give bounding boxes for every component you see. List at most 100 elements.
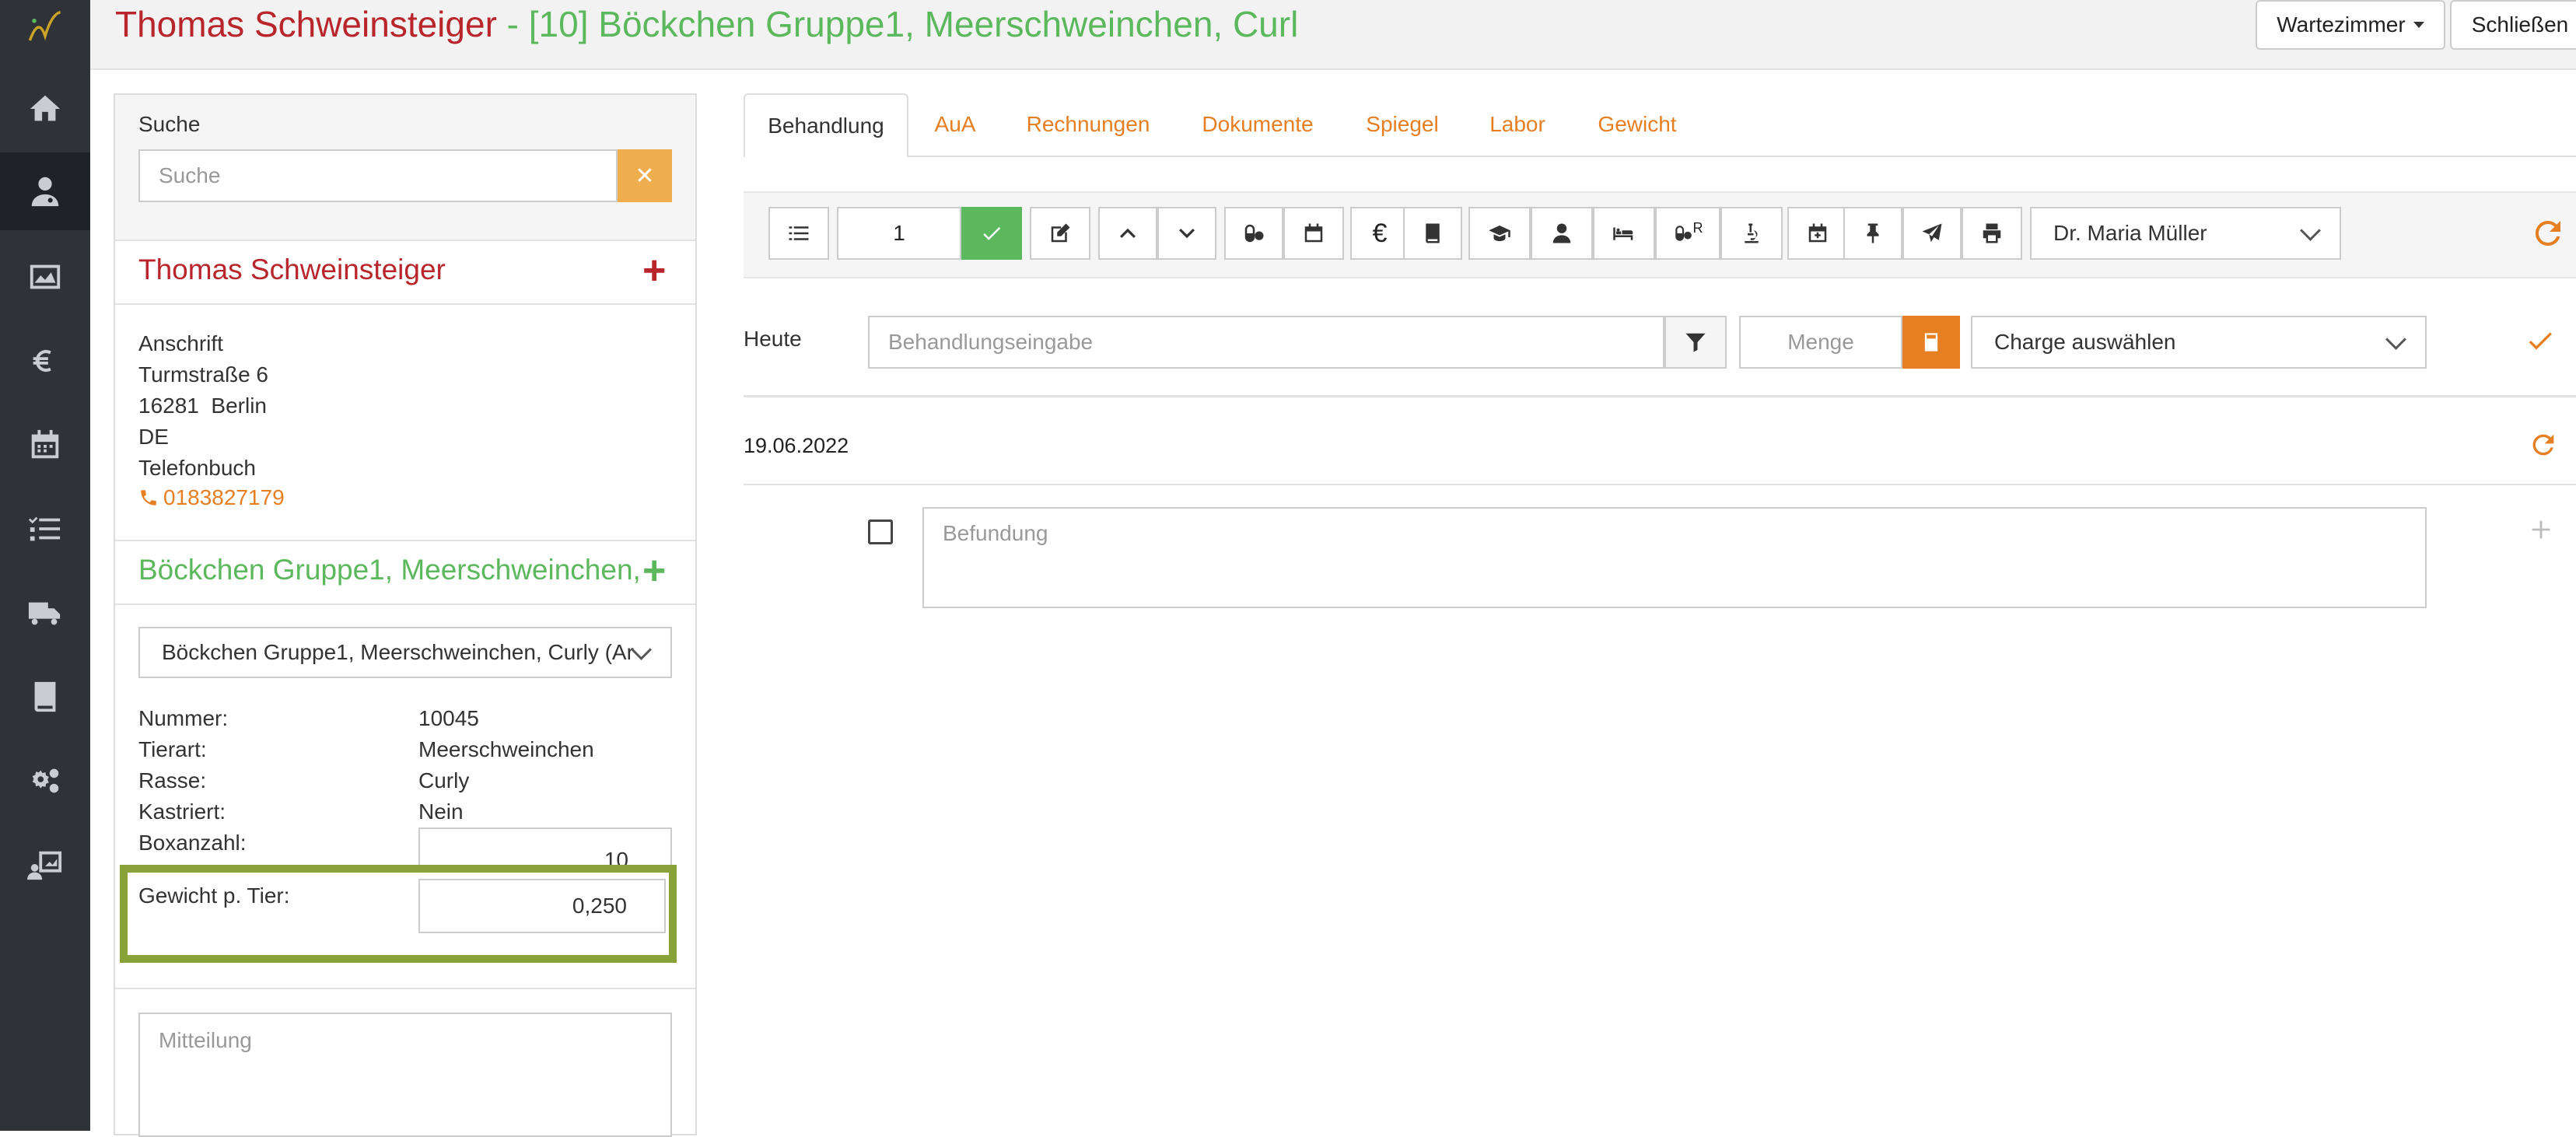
move-up-button[interactable] [1098, 207, 1157, 260]
nav-tasks[interactable] [0, 490, 90, 568]
graduation-cap-icon [1489, 226, 1510, 241]
nav-settings[interactable] [0, 742, 90, 820]
animal-select[interactable]: Böckchen Gruppe1, Meerschweinchen, Curly… [138, 627, 672, 678]
app-logo[interactable] [0, 0, 90, 59]
paper-plane-icon [1922, 223, 1942, 243]
phone-icon [141, 490, 156, 506]
education-button[interactable] [1468, 207, 1531, 260]
microscope-icon [1745, 223, 1759, 243]
divider [744, 484, 2576, 485]
clear-search-button[interactable]: ✕ [618, 149, 672, 202]
waiting-room-label: Wartezimmer [2277, 12, 2406, 37]
search-label: Suche [138, 112, 201, 136]
waiting-room-button[interactable]: Wartezimmer [2256, 0, 2445, 50]
pills-icon [1244, 224, 1264, 243]
prescription-button[interactable]: R [1655, 207, 1720, 260]
sidebar-rail [0, 0, 90, 1131]
tab-labor[interactable]: Labor [1473, 93, 1562, 156]
divider [115, 240, 695, 241]
print-icon [1983, 223, 2001, 243]
pills-button[interactable] [1224, 207, 1283, 260]
finding-checkbox[interactable] [868, 520, 893, 544]
divider [115, 988, 695, 989]
euro-icon [33, 349, 51, 373]
filter-button[interactable] [1664, 316, 1727, 369]
refresh-toolbar-button[interactable] [2529, 215, 2567, 256]
truck-icon [28, 602, 61, 625]
amount-placeholder: Menge [1787, 330, 1854, 354]
treatment-input[interactable]: Behandlungseingabe [868, 316, 1664, 369]
close-icon: ✕ [635, 163, 655, 189]
field-value-number: 10045 [418, 706, 479, 730]
chevron-down-icon [631, 638, 652, 660]
nav-dashboard[interactable] [0, 826, 90, 904]
send-button[interactable] [1902, 207, 1962, 260]
tab-dokumente[interactable]: Dokumente [1184, 93, 1332, 156]
calculator-button[interactable] [1902, 316, 1960, 369]
patient-panel [114, 93, 697, 1135]
nav-reports[interactable] [0, 238, 90, 316]
user-chart-icon [27, 851, 62, 880]
hospital-bed-button[interactable] [1593, 207, 1655, 260]
pin-button[interactable] [1843, 207, 1902, 260]
nav-book[interactable] [0, 658, 90, 736]
add-animal-button[interactable]: + [642, 548, 666, 594]
tab-spiegel[interactable]: Spiegel [1355, 93, 1450, 156]
chevron-down-icon [2385, 328, 2406, 350]
filter-icon [1685, 333, 1706, 352]
nav-delivery[interactable] [0, 574, 90, 652]
today-label: Heute [744, 327, 802, 351]
tab-aua[interactable]: AuA [919, 93, 991, 156]
list-icon [789, 226, 809, 240]
rx-pills-icon [1675, 226, 1692, 241]
person-button[interactable] [1531, 207, 1593, 260]
close-button[interactable]: Schließen [2450, 0, 2576, 50]
nav-patient[interactable] [0, 152, 90, 230]
owner-phone-link[interactable]: 0183827179 [138, 485, 285, 510]
save-entry-button[interactable] [2525, 325, 2556, 360]
print-button[interactable] [1962, 207, 2022, 260]
tab-gewicht[interactable]: Gewicht [1587, 93, 1688, 156]
caret-down-icon [2413, 22, 2424, 28]
charge-select-value: Charge auswählen [1994, 330, 2176, 354]
quantity-input[interactable]: 1 [837, 207, 961, 260]
add-owner-button[interactable]: + [642, 247, 666, 294]
calendar-icon [1304, 223, 1323, 243]
logo-icon [28, 10, 61, 41]
nav-home[interactable] [0, 70, 90, 148]
confirm-button[interactable] [961, 207, 1022, 260]
amount-input[interactable]: Menge [1739, 316, 1902, 369]
microscope-button[interactable] [1720, 207, 1783, 260]
tab-label: Labor [1489, 112, 1545, 136]
invoice-button[interactable]: € [1350, 207, 1409, 260]
tab-behandlung[interactable]: Behandlung [744, 93, 908, 157]
edit-button[interactable] [1030, 207, 1090, 260]
weight-input[interactable]: 0,250 [418, 879, 666, 933]
move-down-button[interactable] [1157, 207, 1216, 260]
calendar-button[interactable] [1283, 207, 1344, 260]
box-count-label: Boxanzahl: [138, 831, 247, 855]
weight-label: Gewicht p. Tier: [138, 883, 290, 908]
nav-calendar[interactable] [0, 406, 90, 484]
address-label: Anschrift [138, 331, 223, 355]
user-icon [1552, 223, 1571, 243]
finding-textarea[interactable]: Befundung [922, 507, 2427, 608]
add-appointment-button[interactable] [1787, 207, 1848, 260]
message-textarea[interactable]: Mitteilung [138, 1013, 672, 1137]
charge-select[interactable]: Charge auswählen [1971, 316, 2427, 369]
tab-label: Rechnungen [1026, 112, 1150, 136]
nav-finance[interactable] [0, 322, 90, 400]
title-owner-name: Thomas Schweinsteiger [115, 4, 497, 44]
chevron-down-icon [2300, 219, 2321, 241]
divider [115, 303, 695, 305]
refresh-record-button[interactable] [2528, 429, 2559, 464]
list-button[interactable] [768, 207, 829, 260]
add-finding-button[interactable] [2528, 516, 2554, 547]
search-input[interactable]: Suche [138, 149, 618, 202]
animal-group-title: Böckchen Gruppe1, Meerschweinchen, [138, 554, 641, 586]
doctor-select[interactable]: Dr. Maria Müller [2030, 207, 2341, 260]
book-button[interactable] [1403, 207, 1462, 260]
weight-value: 0,250 [572, 894, 627, 918]
tab-rechnungen[interactable]: Rechnungen [1016, 93, 1160, 156]
search-placeholder: Suche [159, 163, 221, 187]
